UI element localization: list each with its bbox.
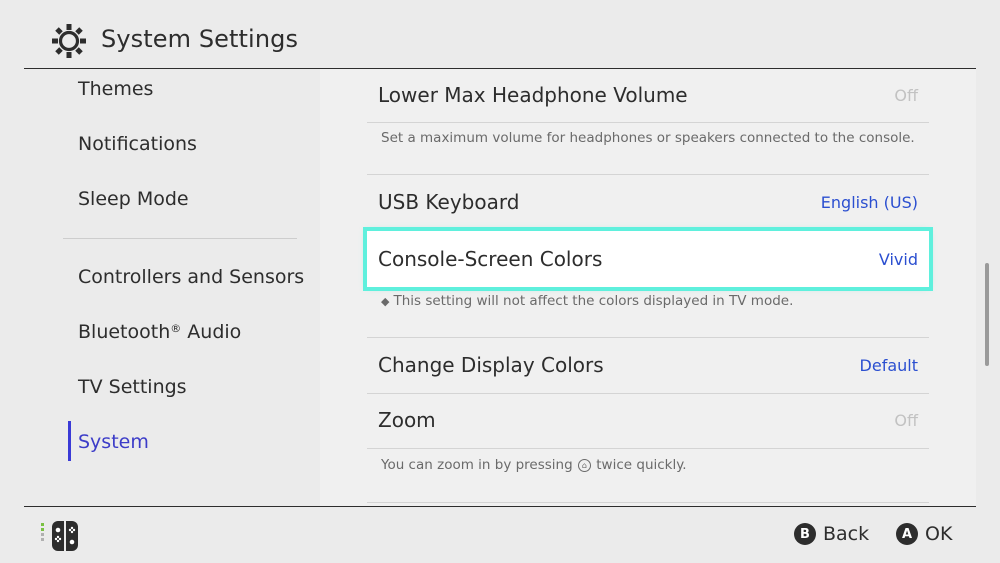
sidebar-divider [63, 238, 297, 239]
sidebar-item-notifications[interactable]: Notifications [78, 133, 197, 155]
setting-label: Console-Screen Colors [378, 247, 603, 271]
setting-description: You can zoom in by pressing ⌂ twice quic… [381, 457, 687, 473]
setting-lower-max-headphone-volume[interactable]: Lower Max Headphone Volume Off [367, 69, 929, 123]
sidebar-item-themes[interactable]: Themes [78, 78, 153, 100]
setting-label: Lower Max Headphone Volume [378, 83, 688, 107]
setting-label: Change Display Colors [378, 353, 604, 377]
back-button[interactable]: B Back [794, 523, 869, 545]
setting-console-screen-colors[interactable]: Console-Screen Colors Vivid [363, 227, 933, 291]
diamond-bullet-icon: ◆ [381, 295, 390, 308]
footer: B Back A OK [0, 507, 1000, 563]
home-button-icon: ⌂ [577, 458, 591, 472]
settings-panel: Lower Max Headphone Volume Off Set a max… [320, 69, 976, 506]
setting-value: Vivid [878, 250, 918, 269]
active-indicator [68, 421, 71, 461]
setting-value: Off [894, 86, 918, 105]
setting-description-text: You can zoom in by pressing [381, 457, 573, 473]
setting-description: ◆ This setting will not affect the colors… [381, 293, 793, 309]
scrollbar[interactable] [985, 263, 989, 366]
sidebar: Themes Notifications Sleep Mode Controll… [24, 69, 320, 506]
setting-change-display-colors[interactable]: Change Display Colors Default [367, 339, 929, 393]
ok-button-label: OK [925, 523, 953, 545]
divider [367, 502, 929, 503]
page-title: System Settings [101, 25, 299, 53]
sidebar-item-tv-settings[interactable]: TV Settings [78, 376, 187, 398]
divider [367, 337, 929, 338]
ok-button[interactable]: A OK [896, 523, 952, 545]
back-button-label: Back [823, 523, 870, 545]
divider [367, 174, 929, 175]
setting-description-text: twice quickly. [596, 457, 687, 473]
gear-icon [52, 24, 86, 58]
sidebar-item-label: Audio [181, 321, 242, 343]
a-button-icon: A [896, 523, 918, 545]
registered-mark: ® [170, 322, 182, 335]
setting-value: English (US) [820, 193, 918, 212]
sidebar-item-controllers-and-sensors[interactable]: Controllers and Sensors [78, 266, 304, 288]
setting-description-text: This setting will not affect the colors … [393, 293, 794, 309]
divider [367, 122, 929, 123]
setting-description: Set a maximum volume for headphones or s… [381, 130, 915, 146]
header: System Settings [0, 0, 1000, 68]
joycon-controller-icon [41, 521, 78, 551]
sidebar-item-bluetooth-audio[interactable]: Bluetooth® Audio [78, 321, 241, 343]
setting-value: Default [859, 356, 918, 375]
divider [367, 448, 929, 449]
setting-label: Zoom [378, 408, 436, 432]
sidebar-item-sleep-mode[interactable]: Sleep Mode [78, 188, 189, 210]
setting-usb-keyboard[interactable]: USB Keyboard English (US) [367, 176, 929, 230]
sidebar-item-label: Bluetooth [78, 321, 171, 343]
b-button-icon: B [794, 523, 816, 545]
setting-label: USB Keyboard [378, 190, 520, 214]
sidebar-item-system[interactable]: System [78, 431, 149, 453]
setting-zoom[interactable]: Zoom Off [367, 394, 929, 448]
setting-value: Off [894, 411, 918, 430]
